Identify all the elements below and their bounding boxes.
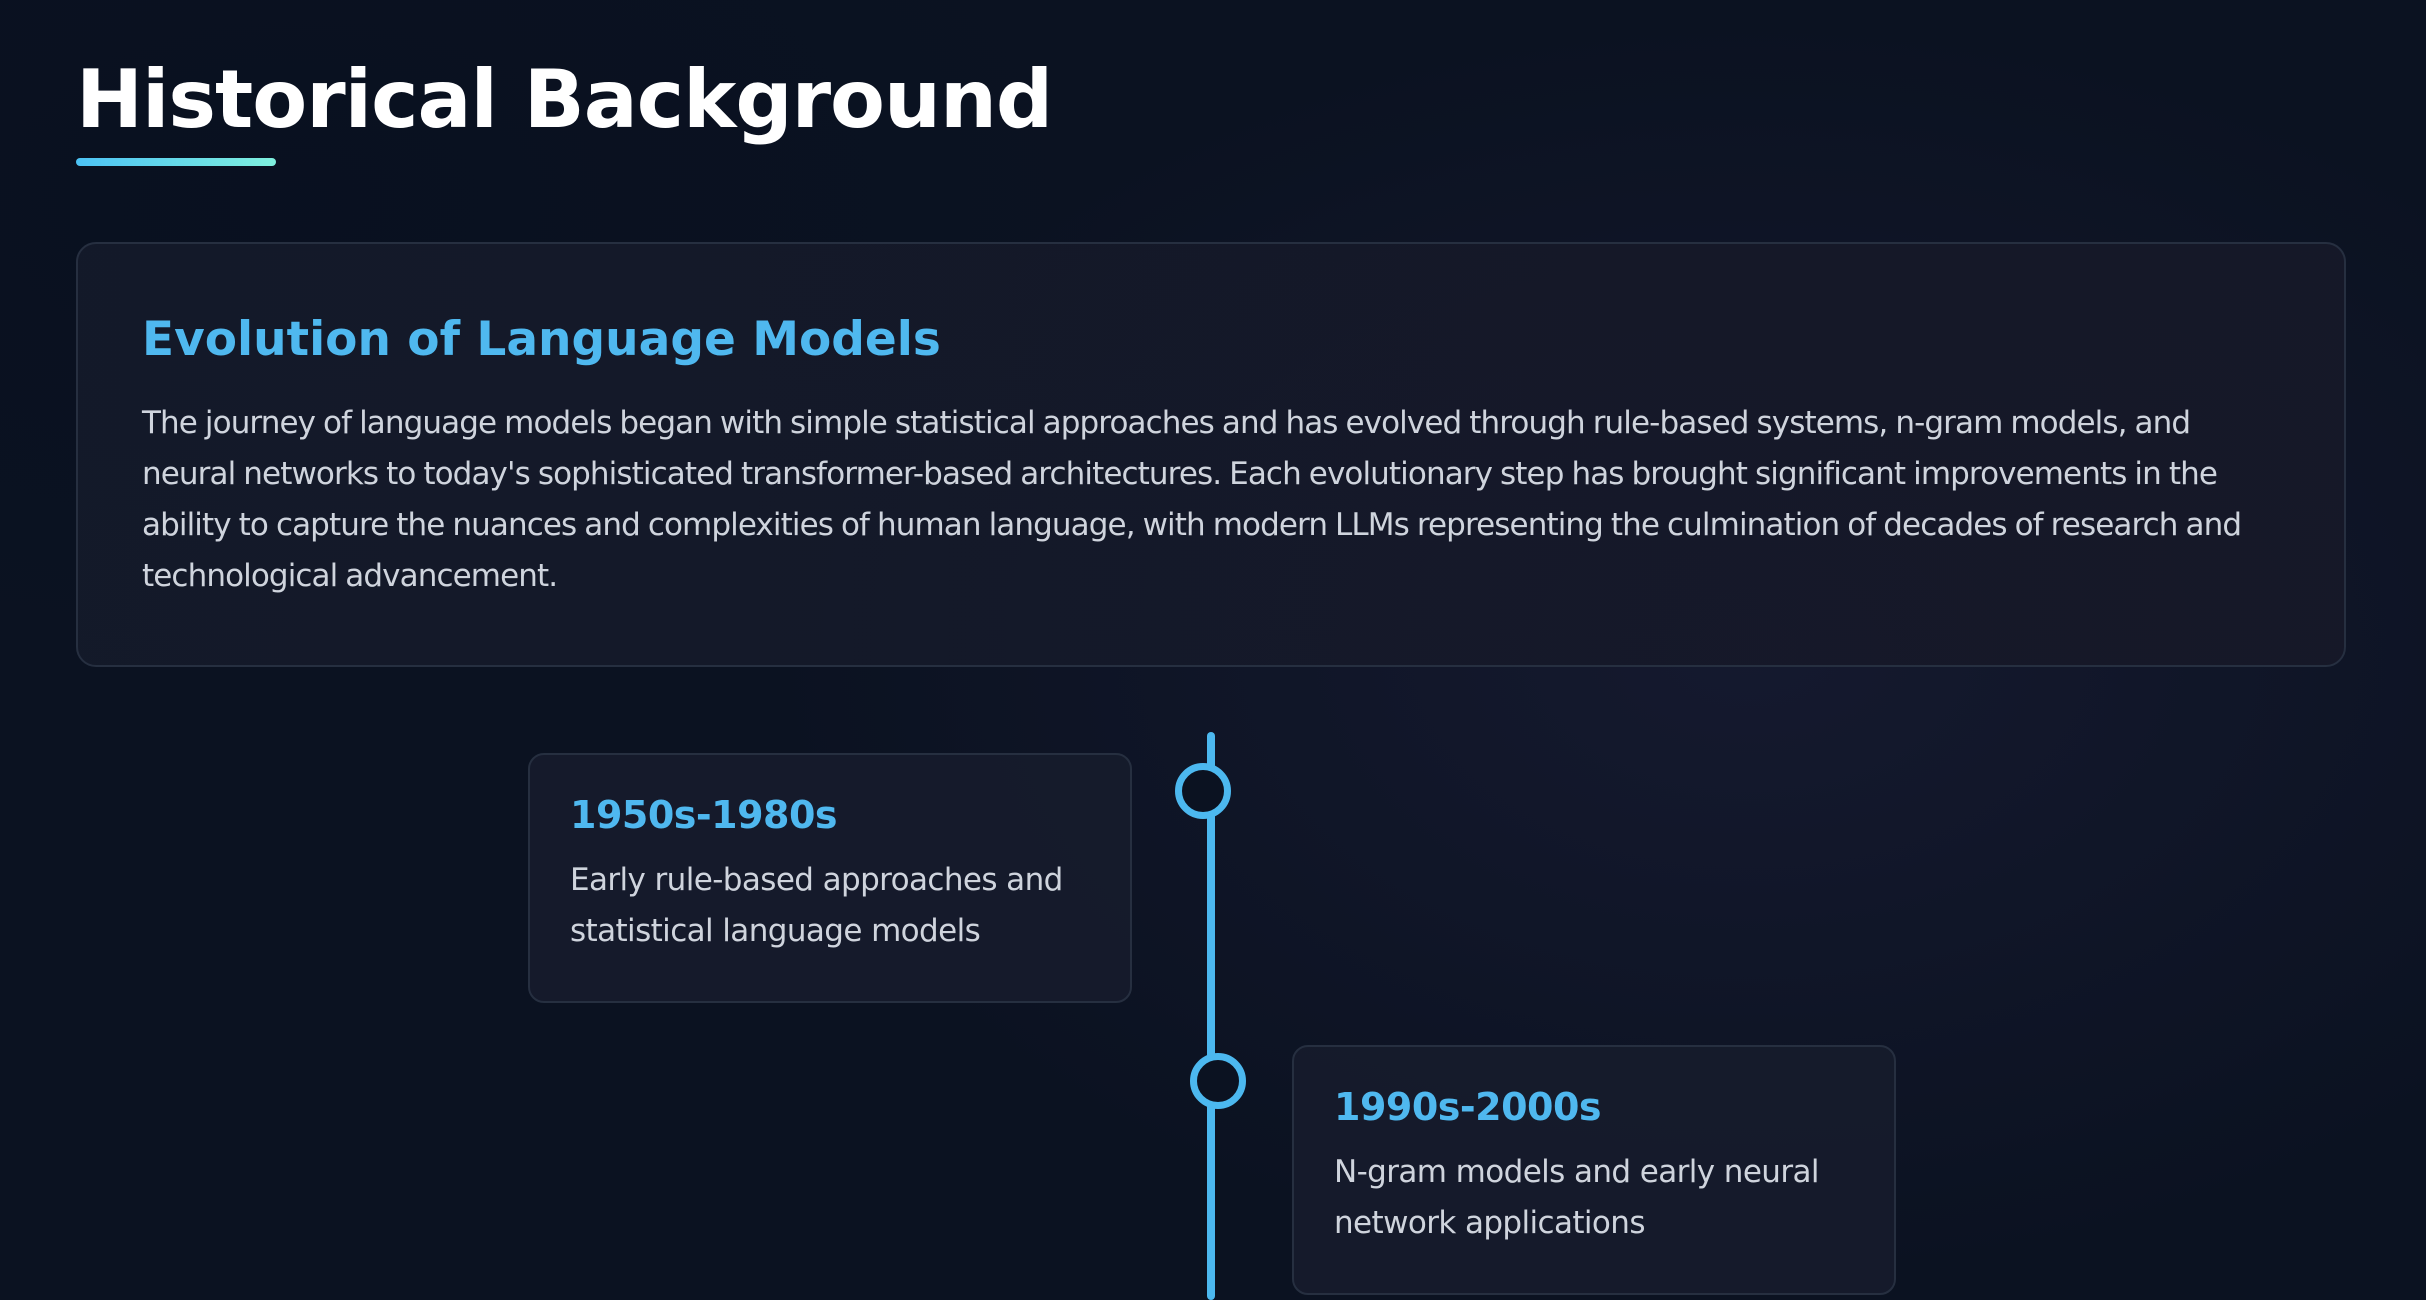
intro-card: Evolution of Language Models The journey… [76,242,2346,667]
title-underline [76,158,276,166]
timeline-date: 1950s-1980s [570,793,838,837]
timeline-card: 1990s-2000s N-gram models and early neur… [1292,1045,1896,1295]
timeline-description: Early rule-based approaches and statisti… [570,862,1063,949]
timeline-description: N-gram models and early neural network a… [1334,1154,1820,1241]
timeline-marker-icon [1175,763,1231,819]
intro-text: The journey of language models began wit… [142,405,2242,594]
timeline-marker-icon [1190,1053,1246,1109]
timeline-date: 1990s-2000s [1334,1085,1602,1129]
timeline-card: 1950s-1980s Early rule-based approaches … [528,753,1132,1003]
page-title: Historical Background [76,53,1053,146]
intro-heading: Evolution of Language Models [142,312,941,367]
